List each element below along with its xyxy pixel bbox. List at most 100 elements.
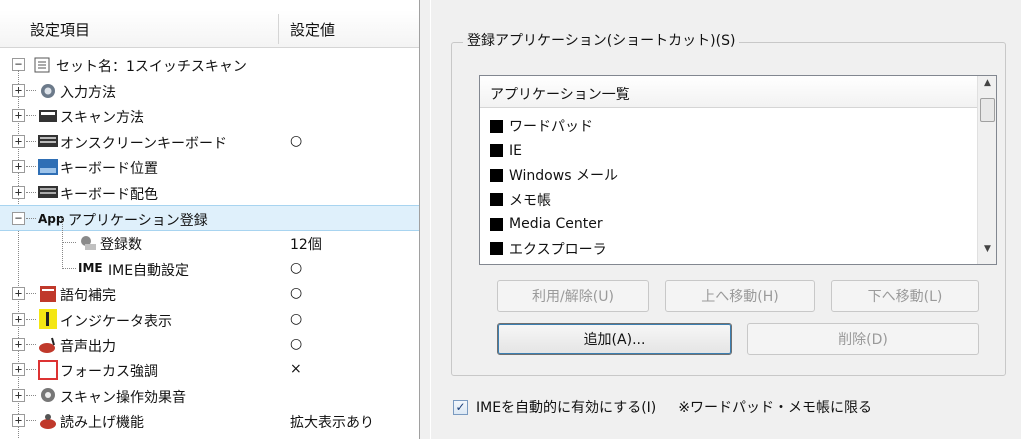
tree-item[interactable]: + 読み上げ機能 拡大表示あり <box>0 408 419 434</box>
application-name: Media Center <box>509 216 603 232</box>
tree-connector-h <box>26 293 36 295</box>
tree-item[interactable]: + 音声出力 ○ <box>0 332 419 358</box>
tree-item-value: ○ <box>290 336 303 352</box>
tree-item-value: 12個 <box>290 237 322 254</box>
registered-count-icon <box>78 233 98 252</box>
application-name: ワードパッド <box>509 119 593 135</box>
application-list-item[interactable]: Media Center <box>490 212 603 236</box>
application-name: Windows メール <box>509 168 618 184</box>
application-name: エクスプローラ <box>509 241 607 258</box>
word-completion-icon <box>38 284 58 303</box>
tree-item-label: アプリケーション登録 <box>68 213 208 229</box>
expand-toggle[interactable]: + <box>12 109 25 123</box>
delete-button[interactable]: 削除(D) <box>747 323 979 355</box>
expand-toggle[interactable]: + <box>12 338 25 351</box>
expand-toggle[interactable]: + <box>12 185 25 199</box>
tree-item[interactable]: + キーボード配色 <box>0 180 419 206</box>
tree-item-label: 語句補完 <box>60 288 116 305</box>
tree-item-label: フォーカス強調 <box>60 364 158 381</box>
scroll-up-arrow-icon[interactable]: ▲ <box>981 78 994 94</box>
tree-item-label: 音声出力 <box>60 339 116 355</box>
collapse-toggle[interactable]: − <box>12 212 25 225</box>
tree-connector-h <box>26 115 36 117</box>
application-list-item[interactable]: ワードパッド <box>490 114 593 138</box>
tree-connector-h <box>26 90 36 91</box>
app-color-swatch-icon <box>490 242 503 255</box>
scroll-down-arrow-icon[interactable]: ▼ <box>981 244 994 260</box>
tree-header: 設定項目 設定値 <box>0 10 419 48</box>
tree-root-row[interactable]: − セット名：1スイッチスキャン <box>0 52 419 78</box>
application-list[interactable]: アプリケーション一覧 ワードパッド IE Windows メール メモ帳 Media C… <box>479 75 997 265</box>
keyboard-icon <box>38 132 58 151</box>
application-list-item[interactable]: Windows メール <box>490 163 618 187</box>
indicator-icon <box>38 309 58 330</box>
tree-item-label: スキャン操作効果音 <box>60 389 186 406</box>
tree-item[interactable]: IME IME自動設定 ○ <box>0 243 419 282</box>
tree-item-label: インジケータ表示 <box>60 313 172 330</box>
application-list-header[interactable]: アプリケーション一覧 <box>480 76 978 108</box>
tree-item[interactable]: + 語句補完 ○ <box>0 281 419 307</box>
keyboard-position-icon <box>38 157 58 176</box>
tree-item-label: オンスクリーンキーボード <box>60 135 228 152</box>
scan-method-icon <box>38 106 58 125</box>
tree-child-connector <box>62 218 63 244</box>
registered-apps-title: 登録アプリケーション(ショートカット)(S) <box>463 30 740 50</box>
read-aloud-icon <box>38 411 58 430</box>
tree-connector-h <box>26 369 36 371</box>
application-list-item[interactable]: エクスプローラ <box>490 237 607 261</box>
scan-sound-icon <box>38 386 58 405</box>
tree-item[interactable]: + フォーカス強調 × <box>0 357 419 383</box>
expand-toggle[interactable]: + <box>12 363 25 377</box>
list-scrollbar[interactable]: ▲ ▼ <box>977 76 996 264</box>
ime-auto-enable-checkbox[interactable]: ✓ <box>453 399 468 415</box>
speaker-icon <box>38 335 58 354</box>
tree-connector-h <box>26 218 36 219</box>
tree-item[interactable]: − App アプリケーション登録 <box>0 205 419 231</box>
application-list-item[interactable]: メモ帳 <box>490 188 551 212</box>
expand-toggle[interactable]: + <box>12 287 25 301</box>
use-toggle-button[interactable]: 利用/解除(U) <box>497 280 649 312</box>
add-button[interactable]: 追加(A)... <box>497 323 732 355</box>
ime-note: ※ワードパッド・メモ帳に限る <box>678 400 872 416</box>
tree-item[interactable]: + オンスクリーンキーボード ○ <box>0 129 419 155</box>
expand-toggle[interactable]: + <box>12 84 25 97</box>
expand-toggle[interactable]: + <box>12 414 25 428</box>
application-list-item[interactable]: IE <box>490 139 522 163</box>
ime-auto-enable-row[interactable]: ✓ IMEを自動的に有効にする(I) ※ワードパッド・メモ帳に限る <box>453 395 872 419</box>
app-icon: App <box>38 211 65 226</box>
header-setting-value[interactable]: 設定値 <box>290 19 335 40</box>
expand-toggle[interactable]: + <box>12 160 25 174</box>
header-setting-item[interactable]: 設定項目 <box>30 19 90 40</box>
tree-connector-h <box>26 394 36 396</box>
tree-connector-h <box>26 166 36 168</box>
tree-item[interactable]: + キーボード位置 <box>0 154 419 180</box>
app-color-swatch-icon <box>490 193 503 206</box>
app-color-swatch-icon <box>490 217 503 231</box>
tree-item-label: 登録数 <box>100 237 142 254</box>
tree-connector-h <box>26 420 36 422</box>
move-down-button[interactable]: 下へ移動(L) <box>831 280 979 312</box>
tree-item[interactable]: + 入力方法 <box>0 78 419 104</box>
tree-item-label: 読み上げ機能 <box>60 415 144 432</box>
app-color-swatch-icon <box>490 144 503 157</box>
header-separator[interactable] <box>278 14 279 44</box>
expand-toggle[interactable]: + <box>12 312 25 326</box>
tree-connector-h <box>26 140 36 142</box>
tree-connector-h <box>26 191 36 193</box>
tree-item[interactable]: 登録数 12個 <box>0 218 419 256</box>
expand-toggle[interactable]: + <box>12 388 25 402</box>
application-name: IE <box>509 142 522 159</box>
app-color-swatch-icon <box>490 168 503 182</box>
tree-item-value: ○ <box>290 310 303 327</box>
move-up-button[interactable]: 上へ移動(H) <box>665 280 815 312</box>
set-icon <box>32 55 52 74</box>
tree-item[interactable]: + インジケータ表示 ○ <box>0 307 419 333</box>
ime-auto-enable-label[interactable]: IMEを自動的に有効にする(I) <box>476 397 656 417</box>
expand-toggle[interactable]: + <box>12 134 25 148</box>
application-name: メモ帳 <box>509 192 551 209</box>
tree-item[interactable]: + スキャン方法 <box>0 103 419 129</box>
tree-item-value: ○ <box>290 285 303 302</box>
tree-item[interactable]: + スキャン操作効果音 <box>0 383 419 409</box>
tree-item-value: × <box>290 361 302 378</box>
scroll-thumb[interactable] <box>980 98 995 122</box>
